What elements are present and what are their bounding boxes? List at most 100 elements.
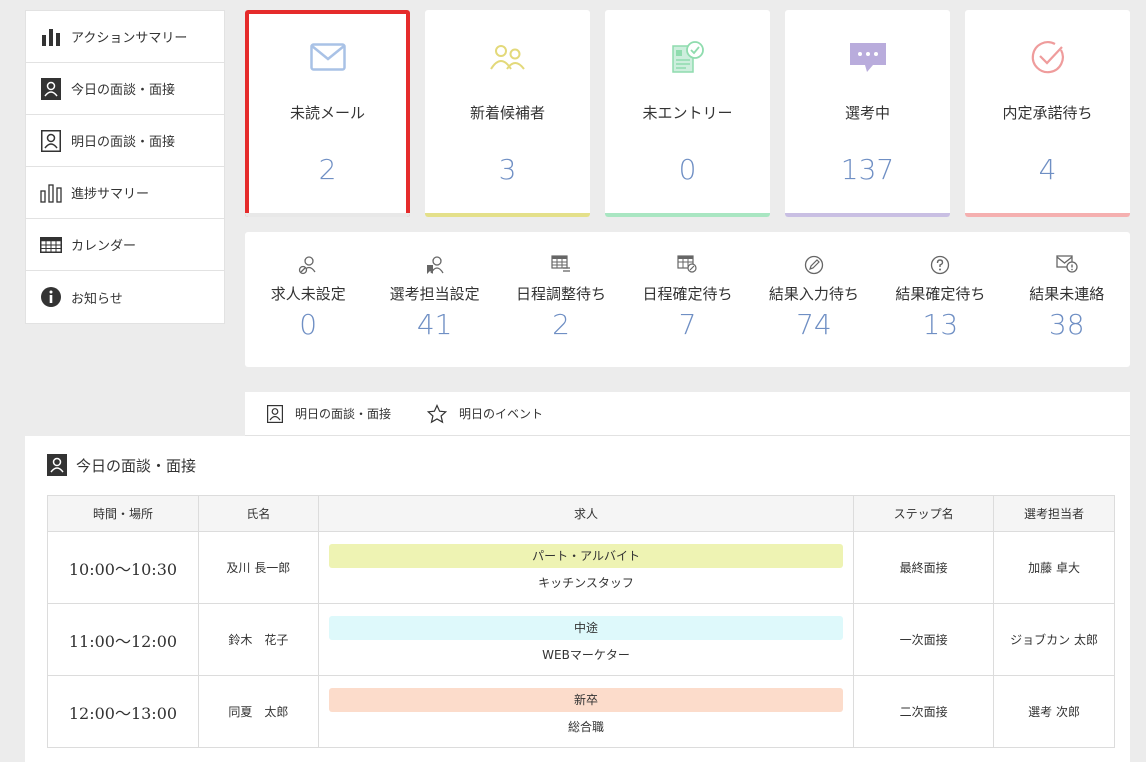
card-accent-bar	[425, 213, 590, 217]
bar-outline-icon	[40, 182, 62, 204]
card-title: 未読メール	[289, 104, 365, 122]
card-not-entered[interactable]: 未エントリー 0	[605, 10, 770, 217]
card-count: 137	[840, 153, 895, 186]
cell-manager: 選考 次郎	[993, 675, 1115, 748]
cell-time: 10:00〜10:30	[47, 531, 199, 604]
sidebar-item-label: 明日の面談・面接	[71, 135, 176, 150]
cell-job: パート・アルバイト キッチンスタッフ	[317, 531, 855, 604]
stat-count: 13	[922, 308, 959, 341]
tab-tomorrow-interviews[interactable]: 明日の面談・面接	[267, 404, 392, 423]
card-accent-bar	[605, 213, 770, 217]
stat-title: 結果入力待ち	[768, 285, 859, 303]
table-row[interactable]: 10:00〜10:30 及川 長一郎 パート・アルバイト キッチンスタッフ 最終…	[47, 531, 1115, 604]
cell-step: 最終面接	[853, 531, 995, 604]
job-name[interactable]: キッチンスタッフ	[319, 574, 853, 591]
sidebar-item-label: アクションサマリー	[71, 31, 188, 46]
stat-awaiting-result-input[interactable]: 結果入力待ち 74	[751, 232, 877, 367]
tab-label: 明日のイベント	[459, 407, 544, 421]
table-row[interactable]: 11:00〜12:00 鈴木 花子 中途 WEBマーケター 一次面接 ジョブカン…	[47, 603, 1115, 676]
status-stats: 求人未設定 0 選考担当設定 41 日程調整待ち 2 日程確定待ち 7 結果入力…	[245, 232, 1130, 367]
sidebar-item-label: お知らせ	[71, 291, 123, 307]
today-interviews-panel: 今日の面談・面接 時間・場所 氏名 求人 ステップ名 選考担当者 10:00〜1…	[25, 436, 1130, 762]
card-count: 2	[318, 153, 337, 186]
stat-count: 41	[416, 308, 453, 341]
card-new-candidates[interactable]: 新着候補者 3	[425, 10, 590, 217]
cell-job: 新卒 総合職	[317, 675, 855, 748]
pen-circle-icon	[751, 255, 877, 275]
sidebar-item-progress-summary[interactable]: 進捗サマリー	[26, 167, 224, 219]
tab-bar: 明日の面談・面接 明日のイベント	[245, 392, 1130, 436]
stat-assign-interviewer[interactable]: 選考担当設定 41	[371, 232, 497, 367]
stat-no-job-set[interactable]: 求人未設定 0	[245, 232, 371, 367]
cell-manager: 加藤 卓大	[993, 531, 1115, 604]
stat-awaiting-scheduling[interactable]: 日程調整待ち 2	[498, 232, 624, 367]
column-header-time: 時間・場所	[47, 495, 199, 532]
sidebar-item-calendar[interactable]: カレンダー	[26, 219, 224, 271]
job-name[interactable]: 総合職	[319, 718, 853, 735]
card-accent-bar	[785, 213, 950, 217]
column-header-step: ステップ名	[853, 495, 995, 532]
stat-result-not-notified[interactable]: 結果未連絡 38	[1004, 232, 1130, 367]
card-title: 未エントリー	[642, 104, 733, 122]
card-count: 0	[678, 153, 697, 186]
stat-count: 38	[1048, 308, 1085, 341]
card-count: 3	[498, 153, 517, 186]
calendar-edit-icon	[624, 255, 750, 275]
panel-title: 今日の面談・面接	[76, 456, 197, 475]
person-filled-icon	[47, 454, 67, 476]
card-accent-bar	[245, 213, 410, 217]
card-title: 内定承諾待ち	[1002, 104, 1093, 122]
panel-header: 今日の面談・面接	[47, 454, 196, 476]
card-title: 新着候補者	[469, 104, 545, 122]
job-type-badge: 中途	[328, 616, 844, 640]
person-outline-icon	[40, 129, 62, 152]
cell-step: 一次面接	[853, 603, 995, 676]
star-icon	[427, 403, 448, 424]
interviews-table: 時間・場所 氏名 求人 ステップ名 選考担当者 10:00〜10:30 及川 長…	[47, 495, 1115, 748]
cell-job: 中途 WEBマーケター	[317, 603, 855, 676]
sidebar-item-label: 進捗サマリー	[71, 187, 150, 202]
stat-title: 日程確定待ち	[642, 285, 733, 303]
envelope-icon	[245, 40, 410, 74]
column-header-manager: 選考担当者	[993, 495, 1115, 532]
stat-title: 日程調整待ち	[516, 285, 607, 303]
person-bookmark-icon	[371, 255, 497, 275]
question-circle-icon	[877, 255, 1003, 275]
mail-alert-icon	[1004, 255, 1130, 275]
stat-title: 求人未設定	[270, 285, 346, 303]
column-header-name: 氏名	[197, 495, 319, 532]
sidebar-item-tomorrow-interviews[interactable]: 明日の面談・面接	[26, 115, 224, 167]
table-row[interactable]: 12:00〜13:00 同夏 太郎 新卒 総合職 二次面接 選考 次郎	[47, 675, 1115, 748]
card-in-selection[interactable]: 選考中 137	[785, 10, 950, 217]
card-unread-mail[interactable]: 未読メール 2	[245, 10, 410, 217]
sidebar-item-action-summary[interactable]: アクションサマリー	[26, 11, 224, 63]
tab-label: 明日の面談・面接	[295, 407, 392, 421]
cell-time: 11:00〜12:00	[47, 603, 199, 676]
sidebar-item-label: カレンダー	[71, 239, 137, 254]
cell-candidate-name[interactable]: 鈴木 花子	[197, 603, 319, 676]
cell-candidate-name[interactable]: 及川 長一郎	[197, 531, 319, 604]
tab-tomorrow-events[interactable]: 明日のイベント	[427, 403, 544, 424]
stat-count: 2	[552, 308, 570, 341]
card-pending-acceptance[interactable]: 内定承諾待ち 4	[965, 10, 1130, 217]
job-type-badge: パート・アルバイト	[328, 544, 844, 568]
cell-candidate-name[interactable]: 同夏 太郎	[197, 675, 319, 748]
summary-cards: 未読メール 2 新着候補者 3 未エントリー 0 選考中 137 内定承諾待ち …	[245, 10, 1130, 217]
stat-title: 結果確定待ち	[895, 285, 986, 303]
person-link-icon	[245, 255, 371, 275]
sidebar-item-notices[interactable]: お知らせ	[26, 271, 224, 323]
check-circle-icon	[965, 40, 1130, 74]
document-check-icon	[605, 40, 770, 74]
cell-manager: ジョブカン 太郎	[993, 603, 1115, 676]
stat-awaiting-confirmation[interactable]: 日程確定待ち 7	[624, 232, 750, 367]
bar-chart-icon	[40, 26, 62, 48]
job-name[interactable]: WEBマーケター	[319, 646, 853, 663]
calendar-list-icon	[498, 255, 624, 275]
sidebar-item-today-interviews[interactable]: 今日の面談・面接	[26, 63, 224, 115]
info-icon	[40, 286, 62, 308]
calendar-icon	[40, 234, 62, 256]
stat-awaiting-result-confirmation[interactable]: 結果確定待ち 13	[877, 232, 1003, 367]
stat-count: 74	[796, 308, 832, 341]
card-count: 4	[1038, 153, 1057, 186]
table-header-row: 時間・場所 氏名 求人 ステップ名 選考担当者	[47, 495, 1115, 532]
